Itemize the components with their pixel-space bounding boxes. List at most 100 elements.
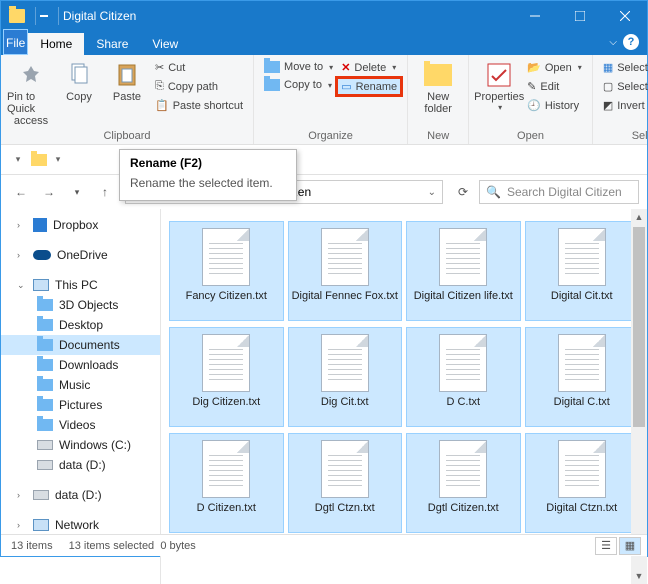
file-item[interactable]: Dig Citizen.txt: [169, 327, 284, 427]
text-file-icon: [558, 334, 606, 392]
copy-path-button[interactable]: ⎘Copy path: [151, 78, 247, 95]
file-item[interactable]: Dig Cit.txt: [288, 327, 403, 427]
status-bar: 13 items 13 items selected 0 bytes ☰ ▦: [1, 534, 647, 556]
qat-overflow[interactable]: ▾: [47, 149, 69, 171]
file-item[interactable]: D Citizen.txt: [169, 433, 284, 533]
group-new: Newfolder New: [408, 55, 469, 144]
tab-file[interactable]: File: [3, 29, 28, 55]
sidebar-item-windows-c[interactable]: Windows (C:): [1, 435, 160, 455]
history-button[interactable]: 🕘History: [523, 97, 586, 114]
copy-to-button[interactable]: Copy to▾: [260, 77, 337, 93]
file-item[interactable]: D C.txt: [406, 327, 521, 427]
copy-icon: [68, 62, 90, 88]
sidebar-item-data-d2[interactable]: ›data (D:): [1, 485, 160, 505]
file-name: Digital Fennec Fox.txt: [292, 290, 398, 316]
scrollbar[interactable]: ▲ ▼: [631, 209, 647, 584]
view-details-button[interactable]: ☰: [595, 537, 617, 555]
open-button[interactable]: 📂Open▾: [523, 59, 586, 76]
folder-icon: [37, 339, 53, 351]
sidebar-item-thispc[interactable]: ⌄This PC: [1, 275, 160, 295]
up-button[interactable]: ↑: [93, 180, 117, 204]
file-item[interactable]: Digital Ctzn.txt: [525, 433, 640, 533]
maximize-button[interactable]: [557, 1, 602, 31]
file-item[interactable]: Digital Fennec Fox.txt: [288, 221, 403, 321]
onedrive-icon: [33, 250, 51, 260]
tooltip-rename: Rename (F2) Rename the selected item.: [119, 149, 297, 201]
file-list[interactable]: Fancy Citizen.txt Digital Fennec Fox.txt D…: [161, 209, 647, 584]
text-file-icon: [558, 228, 606, 286]
paste-button[interactable]: Paste: [103, 57, 151, 103]
recent-locations-button[interactable]: ▾: [65, 180, 89, 204]
scroll-thumb[interactable]: [633, 227, 645, 427]
sidebar-item-onedrive[interactable]: ›OneDrive: [1, 245, 160, 265]
sidebar-item-desktop[interactable]: Desktop: [1, 315, 160, 335]
file-item[interactable]: Dgtl Ctzn.txt: [288, 433, 403, 533]
sidebar-item-music[interactable]: Music: [1, 375, 160, 395]
navigation-pane: ›Dropbox ›OneDrive ⌄This PC 3D Objects D…: [1, 209, 161, 584]
search-input[interactable]: 🔍 Search Digital Citizen: [479, 180, 639, 204]
minimize-button[interactable]: [512, 1, 557, 31]
new-folder-button[interactable]: Newfolder: [414, 57, 462, 115]
tab-share[interactable]: Share: [84, 33, 140, 55]
scroll-up-button[interactable]: ▲: [631, 209, 647, 225]
nav-dropdown-button[interactable]: ▾: [7, 149, 29, 171]
ribbon-tabs: File Home Share View ⌵ ?: [1, 31, 647, 55]
file-name: Dig Cit.txt: [321, 396, 369, 422]
cut-button[interactable]: ✂Cut: [151, 59, 247, 76]
copy-button[interactable]: Copy: [55, 57, 103, 103]
paste-icon: [116, 62, 138, 88]
file-item[interactable]: Digital Cit.txt: [525, 221, 640, 321]
sidebar-item-pictures[interactable]: Pictures: [1, 395, 160, 415]
group-organize: Move to▾ Copy to▾ ✕Delete▾ ▭Rename Organ…: [254, 55, 408, 144]
chevron-down-icon[interactable]: ⌄: [428, 187, 436, 198]
folder-icon: [9, 9, 25, 23]
sidebar-item-downloads[interactable]: Downloads: [1, 355, 160, 375]
select-none-button[interactable]: ▢Select none: [599, 78, 648, 95]
network-icon: [33, 519, 49, 531]
paste-shortcut-button[interactable]: 📋Paste shortcut: [151, 97, 247, 114]
sidebar-item-network[interactable]: ›Network: [1, 515, 160, 535]
text-file-icon: [558, 440, 606, 498]
pc-icon: [33, 279, 49, 291]
body: ›Dropbox ›OneDrive ⌄This PC 3D Objects D…: [1, 209, 647, 584]
text-file-icon: [321, 334, 369, 392]
file-item[interactable]: Digital C.txt: [525, 327, 640, 427]
rename-button[interactable]: ▭Rename: [337, 78, 401, 95]
rename-icon: ▭: [341, 80, 351, 93]
forward-button[interactable]: →: [37, 180, 61, 204]
file-name: Digital C.txt: [554, 396, 610, 422]
sidebar-item-documents[interactable]: Documents: [1, 335, 160, 355]
back-button[interactable]: ←: [9, 180, 33, 204]
sidebar-item-videos[interactable]: Videos: [1, 415, 160, 435]
invert-selection-button[interactable]: ◩Invert selection: [599, 97, 648, 114]
edit-button[interactable]: ✎Edit: [523, 78, 586, 95]
file-item[interactable]: Digital Citizen life.txt: [406, 221, 521, 321]
file-name: D C.txt: [446, 396, 480, 422]
collapse-ribbon-icon[interactable]: ⌵: [609, 37, 617, 48]
help-button[interactable]: ?: [623, 34, 639, 50]
status-item-count: 13 items: [11, 540, 53, 552]
tab-home[interactable]: Home: [28, 33, 84, 55]
text-file-icon: [439, 440, 487, 498]
properties-button[interactable]: Properties▾: [475, 57, 523, 112]
refresh-button[interactable]: ⟳: [451, 180, 475, 204]
pin-to-quick-access-button[interactable]: Pin to Quickaccess: [7, 57, 55, 127]
close-button[interactable]: [602, 1, 647, 31]
file-item[interactable]: Dgtl Citizen.txt: [406, 433, 521, 533]
file-item[interactable]: Fancy Citizen.txt: [169, 221, 284, 321]
scroll-down-button[interactable]: ▼: [631, 568, 647, 584]
view-icons-button[interactable]: ▦: [619, 537, 641, 555]
select-all-button[interactable]: ▦Select all: [599, 59, 648, 76]
window-title: Digital Citizen: [63, 9, 512, 23]
move-icon: [264, 61, 280, 73]
tab-view[interactable]: View: [140, 33, 190, 55]
delete-button[interactable]: ✕Delete▾: [337, 59, 401, 76]
sidebar-item-3dobjects[interactable]: 3D Objects: [1, 295, 160, 315]
sidebar-item-dropbox[interactable]: ›Dropbox: [1, 215, 160, 235]
sidebar-item-data-d[interactable]: data (D:): [1, 455, 160, 475]
group-open: Properties▾ 📂Open▾ ✎Edit 🕘History Open: [469, 55, 593, 144]
text-file-icon: [439, 334, 487, 392]
edit-icon: ✎: [527, 80, 536, 93]
file-name: Digital Ctzn.txt: [546, 502, 617, 528]
move-to-button[interactable]: Move to▾: [260, 59, 337, 75]
